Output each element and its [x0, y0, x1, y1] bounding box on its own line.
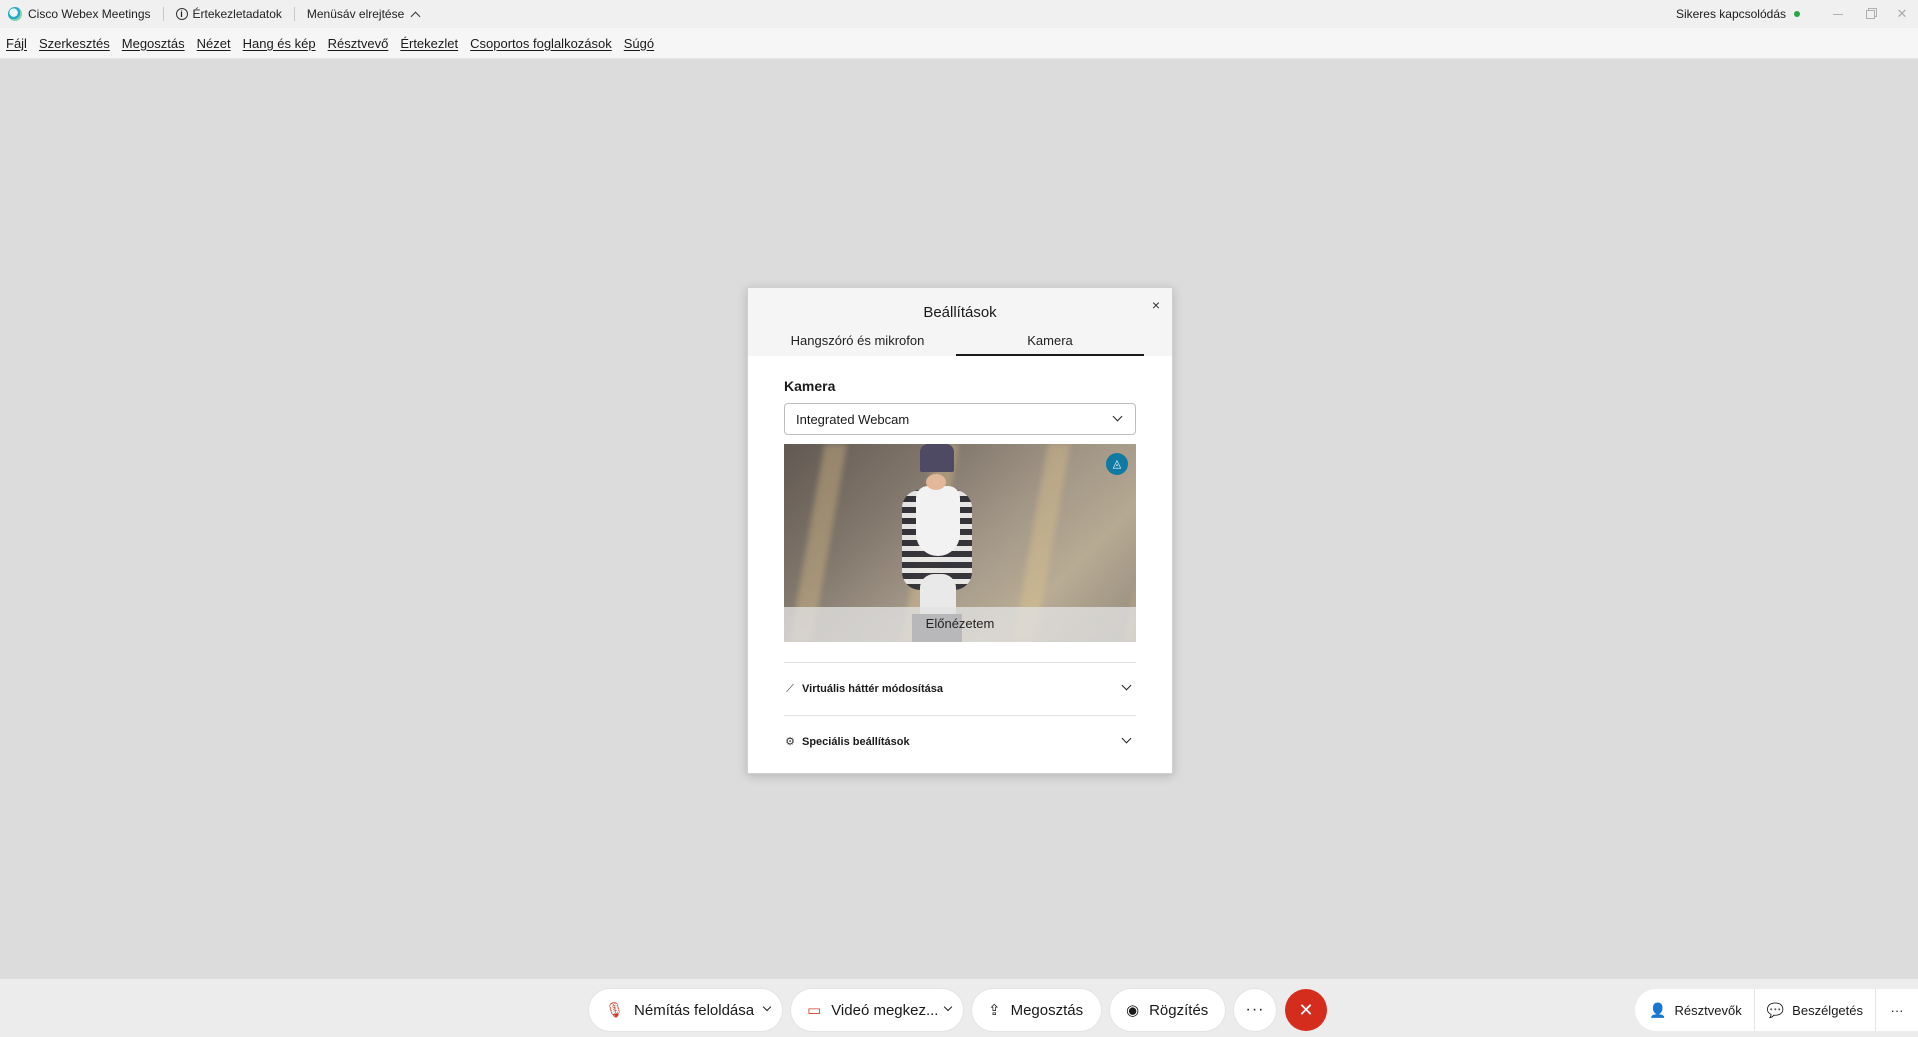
participants-label: Résztvevők — [1674, 1002, 1742, 1018]
chevron-down-icon — [1112, 411, 1123, 422]
record-button[interactable]: ◉ Rögzítés — [1110, 989, 1225, 1031]
app-name: Cisco Webex Meetings — [28, 7, 151, 21]
status-dot-icon — [1794, 11, 1800, 17]
menu-help[interactable]: Súgó — [624, 36, 654, 51]
meeting-info-button[interactable]: i Értekezletadatok — [175, 7, 282, 21]
close-icon: ✕ — [1896, 6, 1908, 21]
magic-wand-icon: ⟋ — [786, 683, 794, 695]
menu-view[interactable]: Nézet — [197, 36, 231, 51]
menu-audio-video[interactable]: Hang és kép — [243, 36, 316, 51]
dialog-body: Kamera Integrated Webcam ◬ Előnézetem ⟋ … — [748, 378, 1172, 768]
end-meeting-button[interactable]: ✕ — [1285, 989, 1327, 1031]
chevron-down-icon[interactable] — [943, 1002, 953, 1012]
chat-bubble-icon: 💬 — [1766, 1001, 1785, 1018]
menu-file[interactable]: Fájl — [6, 36, 27, 51]
unmute-label: Némítás feloldása — [634, 1001, 755, 1019]
menu-breakout[interactable]: Csoportos foglalkozások — [470, 36, 612, 51]
dialog-header: Beállítások × Hangszóró és mikrofon Kame… — [748, 288, 1172, 356]
separator — [293, 7, 295, 21]
restore-icon — [1865, 9, 1875, 19]
chevron-down-icon — [1121, 733, 1132, 744]
menu-meeting[interactable]: Értekezlet — [400, 36, 458, 51]
more-options-button[interactable]: ··· — [1234, 989, 1276, 1031]
chat-button[interactable]: 💬 Beszélgetés — [1754, 989, 1876, 1031]
title-bar: Cisco Webex Meetings i Értekezletadatok … — [0, 0, 1918, 28]
microphone-muted-icon: 🎙 — [605, 1002, 625, 1019]
tab-camera[interactable]: Kamera — [956, 328, 1144, 356]
webex-logo-icon — [8, 7, 22, 21]
background-blur-icon[interactable]: ◬ — [1106, 453, 1128, 475]
restore-button[interactable] — [1854, 0, 1886, 28]
camera-preview: ◬ Előnézetem — [784, 444, 1136, 642]
meeting-info-label: Értekezletadatok — [192, 7, 282, 21]
virtual-background-label: Virtuális háttér módosítása — [802, 683, 944, 695]
share-button[interactable]: ⇪ Megosztás — [972, 989, 1101, 1031]
share-label: Megosztás — [1010, 1001, 1084, 1019]
dialog-tabs: Hangszóró és mikrofon Kamera — [748, 328, 1172, 356]
chevron-down-icon — [1121, 680, 1132, 691]
person-icon: 👤 — [1649, 1001, 1667, 1018]
advanced-settings-expander[interactable]: ⚙ Speciális beállítások — [784, 715, 1136, 768]
unmute-button[interactable]: 🎙 Némítás feloldása — [589, 989, 782, 1031]
camera-select-value: Integrated Webcam — [796, 411, 910, 427]
chevron-up-icon — [410, 11, 421, 21]
minimize-button[interactable] — [1822, 0, 1854, 28]
menu-bar: Fájl Szerkesztés Megosztás Nézet Hang és… — [0, 28, 1918, 59]
more-panels-button[interactable]: ··· — [1876, 989, 1918, 1031]
record-icon: ◉ — [1126, 1002, 1140, 1019]
start-video-label: Videó megkez... — [831, 1001, 939, 1019]
separator — [162, 7, 164, 21]
panel-buttons: 👤 Résztvevők 💬 Beszélgetés ··· — [1635, 989, 1918, 1031]
settings-dialog: Beállítások × Hangszóró és mikrofon Kame… — [747, 287, 1173, 774]
advanced-settings-label: Speciális beállítások — [802, 736, 910, 748]
gear-icon: ⚙ — [785, 736, 795, 748]
menu-participant[interactable]: Résztvevő — [328, 36, 389, 51]
dialog-title: Beállítások — [923, 304, 997, 321]
info-icon: i — [175, 8, 188, 20]
dialog-close-button[interactable]: × — [1148, 297, 1164, 313]
share-icon: ⇪ — [988, 1002, 1001, 1019]
close-window-button[interactable]: ✕ — [1886, 0, 1918, 28]
participants-button[interactable]: 👤 Résztvevők — [1635, 989, 1755, 1031]
chat-label: Beszélgetés — [1792, 1002, 1863, 1018]
record-label: Rögzítés — [1149, 1001, 1209, 1019]
hide-menu-label: Menüsáv elrejtése — [306, 7, 405, 21]
menu-share[interactable]: Megosztás — [122, 36, 185, 51]
minimize-icon — [1833, 13, 1843, 15]
connection-status: Sikeres kapcsolódás — [1675, 7, 1786, 21]
chevron-down-icon[interactable] — [762, 1002, 772, 1012]
preview-caption: Előnézetem — [784, 607, 1136, 642]
camera-section-title: Kamera — [784, 378, 836, 394]
virtual-background-expander[interactable]: ⟋ Virtuális háttér módosítása — [784, 662, 1136, 715]
start-video-button[interactable]: ▭ Videó megkez... — [791, 989, 963, 1031]
meeting-toolbar: 🎙 Némítás feloldása ▭ Videó megkez... ⇪ … — [0, 979, 1918, 1037]
video-off-icon: ▭ — [807, 1002, 822, 1019]
hide-menu-button[interactable]: Menüsáv elrejtése — [306, 7, 421, 21]
camera-select[interactable]: Integrated Webcam — [784, 403, 1136, 435]
tab-speaker-mic[interactable]: Hangszóró és mikrofon — [759, 328, 956, 356]
menu-edit[interactable]: Szerkesztés — [39, 36, 110, 51]
